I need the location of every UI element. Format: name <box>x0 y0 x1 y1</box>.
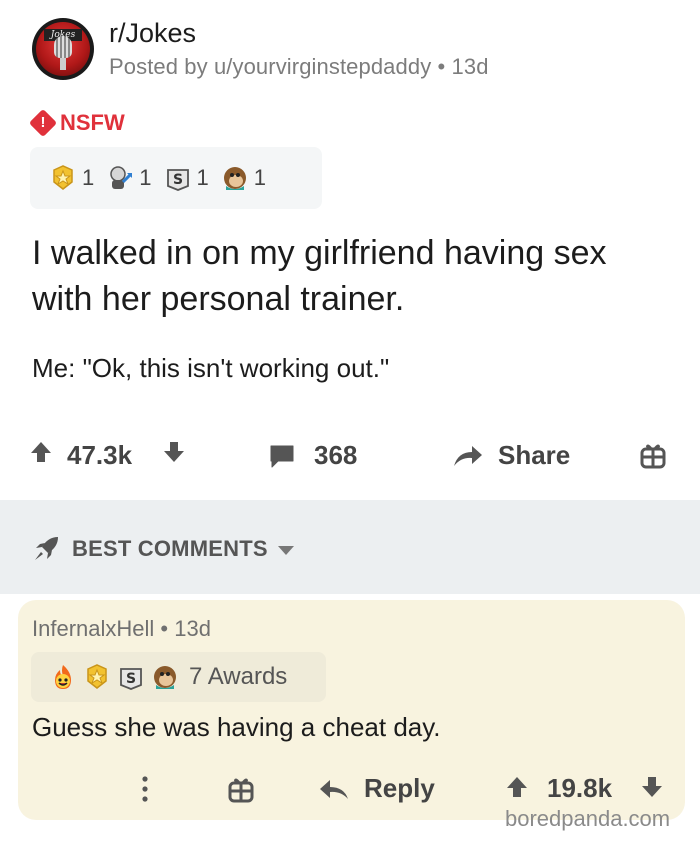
share-arrow-icon <box>454 445 482 466</box>
monkey-award-icon <box>154 666 176 689</box>
reply-label: Reply <box>364 773 435 803</box>
comment-count: 368 <box>314 440 358 470</box>
helpful-award-icon <box>110 166 133 189</box>
comment-author[interactable]: InfernalxHell <box>32 616 154 641</box>
svg-text:S: S <box>126 671 136 687</box>
comment-awards[interactable]: S 7 Awards <box>31 652 326 702</box>
award-helpful-count: 1 <box>139 165 152 190</box>
share-button[interactable]: Share <box>452 440 570 471</box>
post-body: Me: "Ok, this isn't working out." <box>32 353 390 383</box>
post-meta: r/Jokes Posted by u/yourvirginstepdaddy … <box>109 18 489 80</box>
reply-arrow-icon <box>320 779 348 799</box>
posted-by[interactable]: Posted by u/yourvirginstepdaddy <box>109 54 431 79</box>
kebab-menu-icon <box>142 776 148 802</box>
rocket-icon <box>35 537 58 560</box>
comment-actions: Reply 19.8k <box>18 770 685 810</box>
upvote-arrow-icon <box>31 442 51 462</box>
subreddit-name[interactable]: r/Jokes <box>109 17 489 49</box>
comment-awards-label: 7 Awards <box>189 663 288 690</box>
silver-award-icon: S <box>120 668 142 690</box>
upvote-button[interactable] <box>30 440 52 464</box>
nsfw-badge: ! NSFW <box>28 108 125 138</box>
nsfw-label: NSFW <box>60 110 125 135</box>
award-monkey-count: 1 <box>253 165 266 190</box>
award-helpful: 1 <box>107 164 152 192</box>
watermark: boredpanda.com <box>505 806 671 831</box>
comment-upvote-button[interactable] <box>506 775 528 799</box>
give-award-button[interactable] <box>640 441 666 469</box>
comment-text: Guess she was having a cheat day. <box>32 712 441 742</box>
posted-by-line: Posted by u/yourvirginstepdaddy • 13d <box>109 54 489 79</box>
post-header: Jokes r/Jokes Posted by u/yourvirginstep… <box>32 18 489 80</box>
award-monkey: 1 <box>222 164 266 192</box>
microphone-icon <box>54 36 72 58</box>
chevron-down-icon <box>277 545 294 555</box>
svg-text:S: S <box>172 172 182 188</box>
reply-button[interactable]: Reply <box>318 773 435 804</box>
gift-icon <box>640 444 666 469</box>
downvote-arrow-icon <box>164 442 184 462</box>
exclamation-icon: ! <box>28 108 58 138</box>
more-options-button[interactable] <box>139 774 151 804</box>
comments-button[interactable]: 368 <box>268 440 357 471</box>
comment-vote-count: 19.8k <box>547 773 613 803</box>
comment-give-award-button[interactable] <box>228 775 254 803</box>
comment-downvote-button[interactable] <box>641 775 663 799</box>
fire-award-icon <box>55 665 71 689</box>
monkey-award-icon <box>223 167 246 190</box>
post-vote-count: 47.3k <box>67 440 133 470</box>
award-gold: 1 <box>50 164 94 192</box>
downvote-arrow-icon <box>642 777 662 797</box>
post-card: Jokes r/Jokes Posted by u/yourvirginstep… <box>0 0 700 500</box>
share-label: Share <box>498 440 571 470</box>
award-silver-count: 1 <box>196 165 209 190</box>
microphone-stand <box>60 58 66 70</box>
comment-meta: InfernalxHell • 13d <box>32 616 211 641</box>
downvote-button[interactable] <box>163 440 185 464</box>
comment-age: 13d <box>174 616 211 641</box>
comment-bubble-icon <box>270 445 294 467</box>
upvote-arrow-icon <box>507 777 527 797</box>
post-age: 13d <box>451 54 489 79</box>
subreddit-avatar[interactable]: Jokes <box>32 18 94 80</box>
post-actions: 47.3k 368 Share <box>0 432 700 478</box>
post-title[interactable]: I walked in on my girlfriend having sex … <box>32 230 672 322</box>
gold-award-icon <box>53 165 73 190</box>
award-silver: S 1 <box>165 164 209 192</box>
sort-label: BEST COMMENTS <box>72 536 268 561</box>
gold-award-icon <box>87 664 107 689</box>
sort-dropdown[interactable]: BEST COMMENTS <box>32 535 294 563</box>
silver-award-icon: S <box>166 169 189 191</box>
post-awards[interactable]: 1 1 S 1 1 <box>30 147 322 209</box>
gift-icon <box>228 778 254 803</box>
comment-card: InfernalxHell • 13d S 7 Awards Guess she… <box>18 600 685 820</box>
award-gold-count: 1 <box>82 165 95 190</box>
